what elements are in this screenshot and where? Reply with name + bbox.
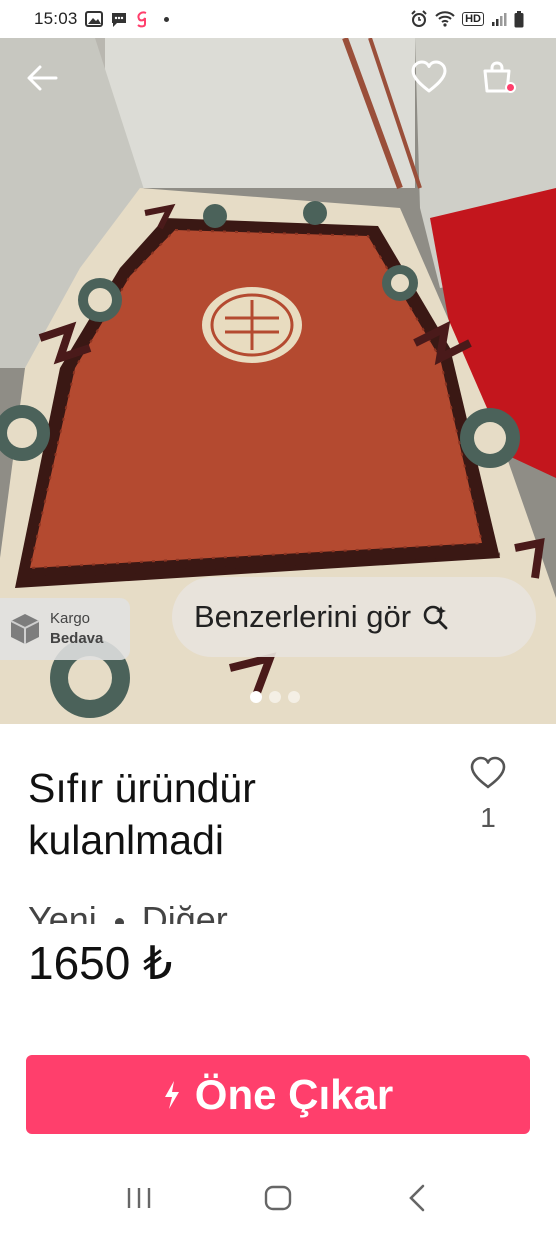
status-left: 15:03 (34, 9, 169, 29)
chevron-left-icon (408, 1184, 424, 1211)
product-image-carousel[interactable]: Kargo Bedava Benzerlerini gör (0, 38, 556, 724)
system-nav-bar (0, 1160, 556, 1235)
alarm-icon (410, 10, 428, 28)
status-bar: 15:03 HD (0, 0, 556, 38)
cart-notification-dot (505, 82, 516, 93)
visual-search-icon (423, 605, 448, 630)
recent-apps-button[interactable] (109, 1173, 169, 1223)
lightning-icon (164, 1080, 179, 1109)
image-icon (84, 11, 103, 27)
arrow-left-icon (27, 65, 58, 91)
carousel-dot-1[interactable] (250, 691, 262, 703)
condition-label: Yeni (28, 900, 97, 924)
carousel-indicator (250, 691, 300, 703)
message-icon (110, 11, 128, 28)
cargo-label: Kargo (50, 610, 91, 627)
product-price: 1650 ₺ (28, 937, 173, 989)
recent-apps-icon (128, 1187, 151, 1208)
boost-button[interactable]: Öne Çıkar (26, 1055, 530, 1134)
battery-icon (514, 10, 524, 28)
system-back-button[interactable] (387, 1173, 447, 1223)
status-time: 15:03 (34, 9, 78, 28)
carousel-dot-2[interactable] (269, 691, 281, 703)
heart-icon (411, 60, 447, 93)
wifi-icon (435, 11, 455, 27)
carousel-dot-3[interactable] (288, 691, 300, 703)
hd-voice-icon: HD (462, 12, 484, 26)
see-similar-button[interactable]: Benzerlerini gör (172, 577, 536, 657)
product-meta: Yeni Diğer (28, 900, 228, 924)
product-title: Sıfır üründür kulanlmadi (28, 765, 256, 863)
separator-dot (114, 918, 124, 924)
cart-button[interactable] (472, 54, 522, 100)
like-count: 1 (480, 802, 496, 833)
heart-outline-icon (470, 756, 506, 789)
free-shipping-badge: Kargo Bedava (0, 598, 130, 660)
dot-icon (163, 16, 169, 22)
like-button[interactable]: 1 (462, 756, 514, 834)
home-button[interactable] (248, 1173, 308, 1223)
cargo-free-label: Bedava (50, 630, 104, 647)
app-g-icon (135, 10, 149, 28)
package-icon (10, 614, 40, 644)
back-button[interactable] (20, 58, 64, 98)
see-similar-label: Benzerlerini gör (194, 599, 412, 634)
status-right: HD (410, 10, 524, 28)
favorite-button[interactable] (404, 54, 454, 100)
boost-label: Öne Çıkar (194, 1070, 394, 1118)
home-icon (264, 1185, 292, 1210)
category-label[interactable]: Diğer (142, 900, 228, 924)
signal-icon (491, 11, 507, 27)
